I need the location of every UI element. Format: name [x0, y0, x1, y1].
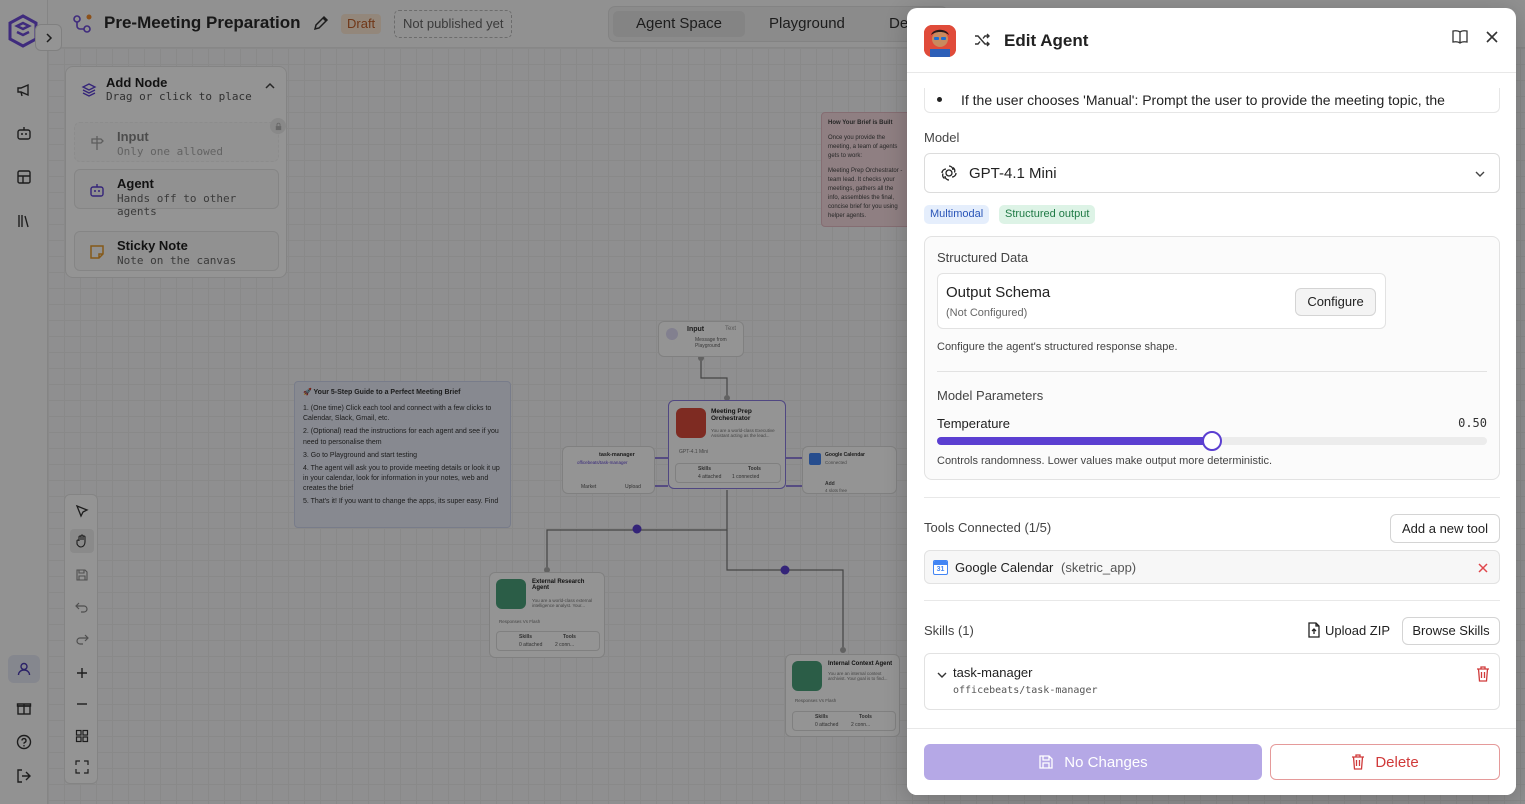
temperature-value: 0.50 [1458, 416, 1487, 430]
temperature-slider-fill [937, 437, 1212, 445]
save-button-label: No Changes [1064, 753, 1148, 771]
shuffle-icon[interactable] [973, 31, 991, 54]
temperature-help: Controls randomness. Lower values make o… [937, 455, 1273, 467]
instructions-preview-text: If the user chooses 'Manual': Prompt the… [961, 92, 1445, 108]
temperature-slider-thumb[interactable] [1202, 431, 1222, 451]
chevron-down-icon [1474, 167, 1486, 185]
divider [924, 600, 1500, 601]
tool-item-name: Google Calendar [955, 560, 1054, 575]
upload-file-icon[interactable] [1307, 622, 1321, 643]
close-icon[interactable] [1483, 28, 1501, 51]
drawer-footer: No Changes Delete [907, 728, 1516, 795]
delete-button-label: Delete [1375, 753, 1419, 771]
chevron-down-icon[interactable] [937, 667, 947, 685]
capability-badge-structured: Structured output [999, 205, 1096, 224]
divider [937, 371, 1487, 372]
save-icon [1039, 755, 1053, 769]
delete-button[interactable]: Delete [1270, 744, 1500, 780]
divider [924, 497, 1500, 498]
save-button[interactable]: No Changes [924, 744, 1262, 780]
output-schema-status: (Not Configured) [946, 307, 1028, 319]
add-tool-button[interactable]: Add a new tool [1390, 514, 1500, 543]
structured-data-label: Structured Data [937, 250, 1029, 265]
temperature-slider[interactable] [937, 431, 1487, 451]
temperature-label: Temperature [937, 416, 1010, 431]
skills-label: Skills (1) [924, 623, 974, 638]
instructions-editor[interactable]: If the user chooses 'Manual': Prompt the… [924, 88, 1500, 113]
tool-item[interactable]: 31 Google Calendar (sketric_app) [924, 550, 1500, 584]
agent-avatar[interactable] [924, 25, 956, 57]
upload-zip-button[interactable]: Upload ZIP [1325, 623, 1390, 638]
trash-icon [1352, 754, 1365, 770]
tool-item-app: (sketric_app) [1061, 560, 1137, 575]
advanced-settings-panel: Structured Data Output Schema (Not Confi… [924, 236, 1500, 480]
structured-data-help: Configure the agent's structured respons… [937, 341, 1178, 353]
bullet-dot [937, 97, 942, 102]
output-schema-card: Output Schema (Not Configured) Configure [937, 273, 1386, 329]
tools-connected-label: Tools Connected (1/5) [924, 520, 1052, 535]
openai-icon [940, 164, 958, 187]
configure-button[interactable]: Configure [1295, 288, 1376, 316]
remove-tool-icon[interactable] [1477, 561, 1489, 579]
edit-agent-drawer: Edit Agent If the user chooses 'Manual':… [907, 8, 1516, 795]
trash-icon[interactable] [1476, 666, 1490, 687]
capability-badge-multimodal: Multimodal [924, 205, 990, 224]
google-calendar-icon: 31 [933, 560, 948, 575]
drawer-header: Edit Agent [907, 8, 1516, 73]
browse-skills-button[interactable]: Browse Skills [1402, 617, 1500, 645]
model-label: Model [924, 130, 960, 145]
output-schema-title: Output Schema [946, 284, 1051, 301]
model-select-value: GPT-4.1 Mini [969, 165, 1057, 182]
skill-item-name: task-manager [953, 665, 1033, 680]
model-params-label: Model Parameters [937, 388, 1044, 403]
drawer-title: Edit Agent [1004, 31, 1089, 50]
book-open-icon[interactable] [1451, 28, 1469, 51]
model-select[interactable]: GPT-4.1 Mini [924, 153, 1500, 193]
skill-item-path: officebeats/task-manager [953, 685, 1098, 696]
skill-item[interactable]: task-manager officebeats/task-manager [924, 653, 1500, 710]
